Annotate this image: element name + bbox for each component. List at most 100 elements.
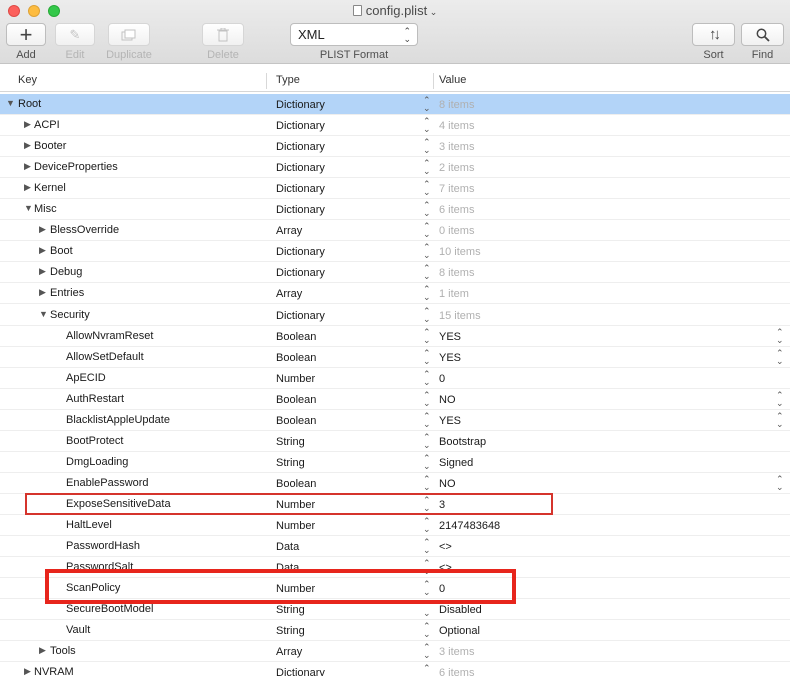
- row-key[interactable]: ApECID: [66, 372, 106, 384]
- row-value[interactable]: 6 items: [439, 204, 474, 216]
- row-key[interactable]: Booter: [34, 140, 66, 152]
- outline-row[interactable]: HaltLevel Number ⌃ ⌄ 2147483648: [0, 515, 790, 536]
- row-key[interactable]: Entries: [50, 287, 84, 299]
- type-popup-arrows-icon[interactable]: ⌃⌄: [423, 390, 431, 407]
- row-value[interactable]: 8 items: [439, 267, 474, 279]
- add-button[interactable]: +: [6, 23, 46, 46]
- row-value[interactable]: 3 items: [439, 646, 474, 658]
- row-key[interactable]: ACPI: [34, 119, 60, 131]
- outline-row[interactable]: ▼ Misc Dictionary ⌃ ⌄ 6 items: [0, 199, 790, 221]
- outline-row[interactable]: ▶NVRAM Dictionary ⌃⌄ 6 items: [0, 662, 790, 676]
- disclosure-collapsed-icon[interactable]: ▶: [24, 119, 31, 130]
- row-type[interactable]: Dictionary: [276, 204, 325, 216]
- row-value[interactable]: 3 items: [439, 141, 474, 153]
- type-popup-arrows-icon[interactable]: ⌃⌄: [423, 432, 431, 449]
- row-key[interactable]: Kernel: [34, 182, 66, 194]
- row-key[interactable]: Debug: [50, 266, 82, 278]
- row-value[interactable]: 1 item: [439, 288, 469, 300]
- outline-row[interactable]: PasswordHash Data ⌃ ⌄ <>: [0, 536, 790, 558]
- type-popup-arrows-icon[interactable]: ⌃⌄: [423, 159, 431, 176]
- row-type[interactable]: Number: [276, 373, 315, 385]
- row-key[interactable]: HaltLevel: [66, 519, 112, 531]
- row-type[interactable]: Array: [276, 288, 302, 300]
- outline-row[interactable]: ▶ Kernel Dictionary ⌃ ⌄ 7 items: [0, 178, 790, 200]
- disclosure-expanded-icon[interactable]: ▼: [39, 309, 48, 319]
- row-type[interactable]: String: [276, 625, 305, 637]
- type-popup-arrows-icon[interactable]: ⌃⌄: [423, 306, 431, 323]
- row-key[interactable]: NVRAM: [34, 666, 74, 676]
- row-type[interactable]: Boolean: [276, 415, 316, 427]
- type-popup-arrows-icon[interactable]: ⌃⌄: [423, 96, 431, 113]
- column-header-value[interactable]: Value: [439, 74, 466, 86]
- delete-button[interactable]: [202, 23, 244, 46]
- outline-row[interactable]: DmgLoading String ⌃ ⌄ Signed: [0, 452, 790, 473]
- row-key[interactable]: BlessOverride: [50, 224, 119, 236]
- disclosure-collapsed-icon[interactable]: ▶: [39, 245, 46, 256]
- row-type[interactable]: Number: [276, 520, 315, 532]
- row-value[interactable]: 6 items: [439, 667, 474, 676]
- type-popup-arrows-icon[interactable]: ⌃⌄: [423, 348, 431, 365]
- column-divider[interactable]: [433, 73, 434, 89]
- column-divider[interactable]: [266, 73, 267, 89]
- row-type[interactable]: Dictionary: [276, 120, 325, 132]
- type-popup-arrows-icon[interactable]: ⌃⌄: [423, 327, 431, 344]
- type-popup-arrows-icon[interactable]: ⌃⌄: [423, 243, 431, 260]
- row-value[interactable]: NO: [439, 478, 456, 490]
- row-type[interactable]: Array: [276, 646, 302, 658]
- row-type[interactable]: Data: [276, 541, 299, 553]
- outline-row[interactable]: AllowNvramReset Boolean ⌃ ⌄ YES ⌃ ⌄: [0, 326, 790, 347]
- row-key[interactable]: BootProtect: [66, 435, 123, 447]
- disclosure-collapsed-icon[interactable]: ▶: [39, 645, 46, 656]
- row-value[interactable]: <>: [439, 541, 452, 553]
- type-popup-arrows-icon[interactable]: ⌃⌄: [423, 453, 431, 470]
- row-type[interactable]: Boolean: [276, 352, 316, 364]
- type-popup-arrows-icon[interactable]: ⌃⌄: [423, 474, 431, 491]
- row-type[interactable]: Dictionary: [276, 162, 325, 174]
- duplicate-button[interactable]: [108, 23, 150, 46]
- row-value[interactable]: 2147483648: [439, 520, 500, 532]
- outline-row[interactable]: EnablePassword Boolean ⌃ ⌄ NO ⌃ ⌄: [0, 473, 790, 494]
- row-type[interactable]: Boolean: [276, 331, 316, 343]
- row-value[interactable]: YES: [439, 415, 461, 427]
- disclosure-collapsed-icon[interactable]: ▶: [24, 666, 31, 676]
- row-type[interactable]: Boolean: [276, 478, 316, 490]
- row-key[interactable]: AllowSetDefault: [66, 351, 144, 363]
- row-type[interactable]: Dictionary: [276, 183, 325, 195]
- outline-row[interactable]: BootProtect String ⌃ ⌄ Bootstrap: [0, 431, 790, 452]
- row-value[interactable]: 10 items: [439, 246, 481, 258]
- type-popup-arrows-icon[interactable]: ⌃⌄: [423, 369, 431, 386]
- row-value[interactable]: Disabled: [439, 604, 482, 616]
- type-popup-arrows-icon[interactable]: ⌃⌄: [423, 643, 431, 660]
- row-key[interactable]: EnablePassword: [66, 477, 149, 489]
- row-key[interactable]: Security: [50, 309, 90, 321]
- disclosure-collapsed-icon[interactable]: ▶: [24, 140, 31, 151]
- row-value[interactable]: Bootstrap: [439, 436, 486, 448]
- type-popup-arrows-icon[interactable]: ⌃⌄: [423, 138, 431, 155]
- type-popup-arrows-icon[interactable]: ⌃⌄: [423, 201, 431, 218]
- disclosure-collapsed-icon[interactable]: ▶: [24, 161, 31, 172]
- outline-row[interactable]: AllowSetDefault Boolean ⌃ ⌄ YES ⌃ ⌄: [0, 347, 790, 368]
- disclosure-collapsed-icon[interactable]: ▶: [39, 287, 46, 298]
- row-type[interactable]: Dictionary: [276, 267, 325, 279]
- row-key[interactable]: PasswordHash: [66, 540, 140, 552]
- row-value[interactable]: 7 items: [439, 183, 474, 195]
- row-type[interactable]: Boolean: [276, 394, 316, 406]
- row-type[interactable]: String: [276, 457, 305, 469]
- type-popup-arrows-icon[interactable]: ⌃⌄: [423, 264, 431, 281]
- row-type[interactable]: String: [276, 604, 305, 616]
- plist-format-select[interactable]: XML ⌃ ⌄: [290, 23, 418, 46]
- row-value[interactable]: 8 items: [439, 99, 474, 111]
- outline-row[interactable]: Vault String ⌃ ⌄ Optional: [0, 620, 790, 642]
- type-popup-arrows-icon[interactable]: ⌃⌄: [423, 285, 431, 302]
- disclosure-collapsed-icon[interactable]: ▶: [39, 224, 46, 235]
- row-type[interactable]: Dictionary: [276, 141, 325, 153]
- column-header-key[interactable]: Key: [18, 74, 37, 86]
- row-type[interactable]: Dictionary: [276, 667, 325, 676]
- column-header-type[interactable]: Type: [276, 74, 300, 86]
- disclosure-expanded-icon[interactable]: ▼: [24, 203, 33, 213]
- row-key[interactable]: AllowNvramReset: [66, 330, 153, 342]
- outline-row[interactable]: ApECID Number ⌃ ⌄ 0: [0, 368, 790, 389]
- type-popup-arrows-icon[interactable]: ⌃⌄: [423, 664, 431, 676]
- outline-row[interactable]: ▶ Entries Array ⌃ ⌄ 1 item: [0, 283, 790, 305]
- disclosure-collapsed-icon[interactable]: ▶: [24, 182, 31, 193]
